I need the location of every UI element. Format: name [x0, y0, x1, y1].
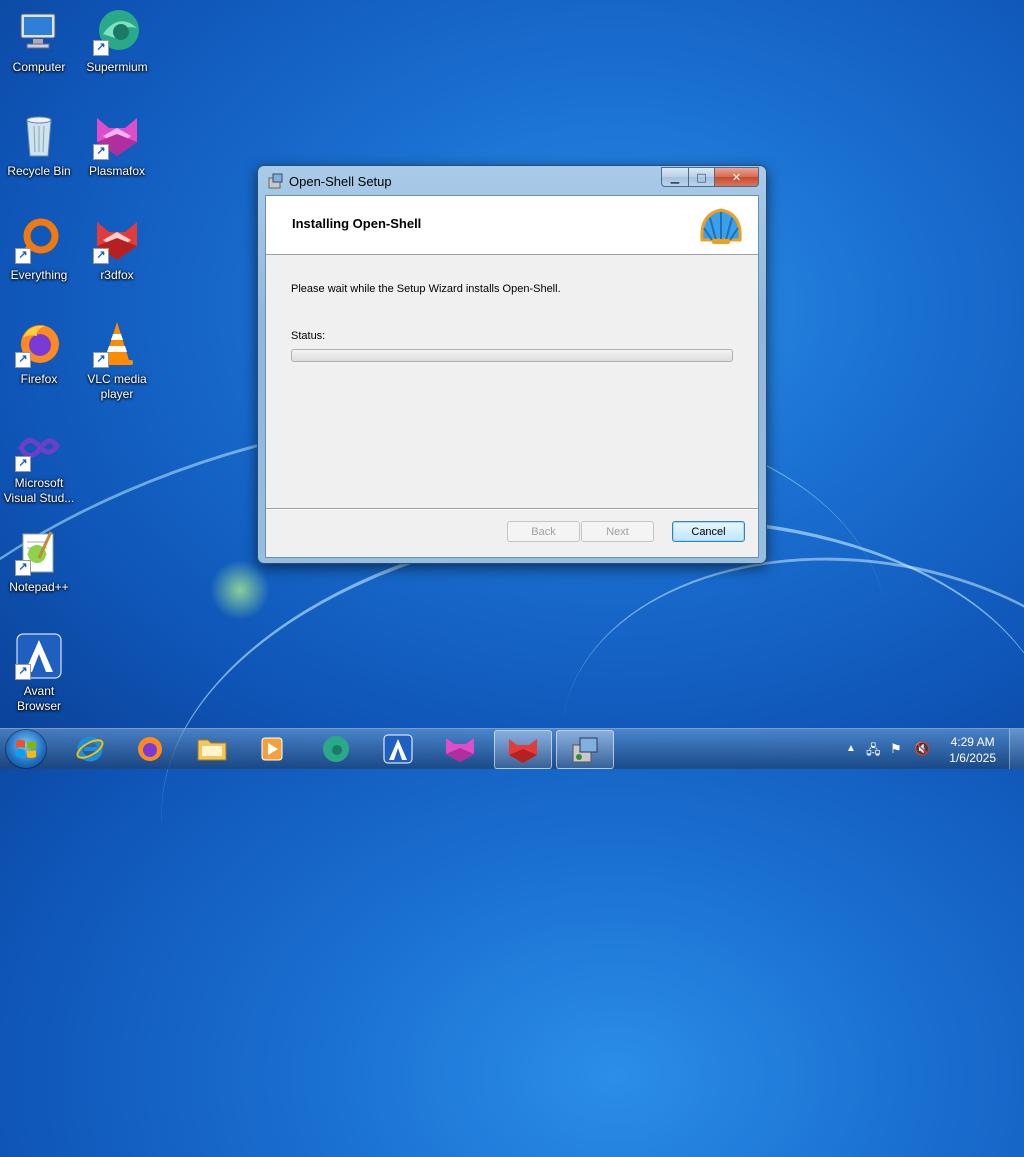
taskbar-plasmafox[interactable] — [432, 730, 488, 767]
status-label: Status: — [291, 330, 326, 342]
windows-logo-icon — [16, 740, 36, 758]
everything-icon: ↗ — [15, 216, 63, 264]
minimize-icon: ▁ — [670, 170, 680, 184]
taskbar-r3dfox[interactable] — [494, 730, 552, 769]
shortcut-arrow-icon: ↗ — [15, 248, 31, 264]
plasmafox-icon — [446, 737, 474, 762]
shortcut-arrow-icon: ↗ — [15, 456, 31, 472]
maximize-icon: □ — [696, 170, 707, 184]
r3dfox-icon — [509, 738, 537, 763]
clock-time: 4:29 AM — [950, 735, 995, 749]
taskbar-file-explorer[interactable] — [184, 730, 240, 767]
installer-icon — [572, 737, 598, 762]
window-client-area: Installing Open-Shell Please wait while … — [265, 195, 759, 558]
system-tray: ▲ 🖧 ⚑ 🔇 4:29 AM 1/6/2025 — [824, 729, 1024, 769]
avant-browser-icon: ↗ — [15, 632, 63, 680]
header-banner: Installing Open-Shell — [266, 196, 758, 255]
window-title-bar[interactable]: Open-Shell Setup — [268, 170, 392, 192]
firefox-icon — [138, 736, 162, 761]
taskbar-internet-explorer[interactable] — [62, 730, 118, 767]
network-icon[interactable]: 🖧 — [866, 741, 881, 763]
desktop-icon-label: Everything — [10, 268, 68, 282]
supermium-icon: ↗ — [93, 8, 141, 56]
desktop-icon-plasmafox[interactable]: ↗ Plasmafox — [79, 112, 155, 179]
desktop-icon-visual-studio[interactable]: ↗ Microsoft Visual Stud... — [1, 424, 77, 506]
desktop-icon-label: Recycle Bin — [7, 164, 71, 178]
desktop-icon-vlc[interactable]: ↗ VLC media player — [79, 320, 155, 402]
desktop-icon-computer[interactable]: Computer — [1, 8, 77, 75]
shortcut-arrow-icon: ↗ — [15, 560, 31, 576]
taskbar-avant-browser[interactable] — [370, 730, 426, 767]
avant-browser-icon — [383, 734, 413, 763]
desktop-icon-label: Supermium — [86, 60, 148, 74]
desktop-icon-label: Microsoft Visual Stud... — [3, 476, 75, 505]
open-shell-logo-icon — [700, 208, 742, 244]
desktop-icon-label: Firefox — [20, 372, 58, 386]
taskbar-firefox[interactable] — [122, 730, 178, 767]
desktop-icon-avant-browser[interactable]: ↗ Avant Browser — [1, 632, 77, 714]
desktop-icon-everything[interactable]: ↗ Everything — [1, 216, 77, 283]
media-player-icon — [261, 737, 283, 760]
shortcut-arrow-icon: ↗ — [93, 248, 109, 264]
desktop-icon-firefox[interactable]: ↗ Firefox — [1, 320, 77, 387]
notepad-plus-plus-icon: ↗ — [15, 528, 63, 576]
close-icon: ✕ — [731, 170, 742, 184]
desktop-icon-recycle-bin[interactable]: Recycle Bin — [1, 112, 77, 179]
taskbar-open-shell-setup[interactable] — [556, 730, 614, 769]
desktop-icon-r3dfox[interactable]: ↗ r3dfox — [79, 216, 155, 283]
minimize-button[interactable]: ▁ — [661, 167, 689, 187]
supermium-icon — [323, 735, 349, 762]
shortcut-arrow-icon: ↗ — [93, 352, 109, 368]
action-center-flag-icon[interactable]: ⚑ — [890, 741, 902, 757]
firefox-icon: ↗ — [15, 320, 63, 368]
taskbar-supermium[interactable] — [308, 730, 364, 767]
show-desktop-button[interactable] — [1009, 729, 1024, 769]
cancel-button[interactable]: Cancel — [672, 521, 745, 542]
folder-icon — [197, 739, 227, 760]
window-title: Open-Shell Setup — [289, 173, 392, 189]
window-controls: ▁ □ ✕ — [661, 167, 759, 187]
setup-window: Open-Shell Setup ▁ □ ✕ Installing Open-S… — [257, 165, 767, 564]
taskbar: ▲ 🖧 ⚑ 🔇 4:29 AM 1/6/2025 — [0, 728, 1024, 769]
shortcut-arrow-icon: ↗ — [93, 40, 109, 56]
install-message: Please wait while the Setup Wizard insta… — [291, 283, 561, 295]
r3dfox-icon: ↗ — [93, 216, 141, 264]
internet-explorer-icon — [76, 736, 104, 761]
desktop-icon-notepad-plus-plus[interactable]: ↗ Notepad++ — [1, 528, 77, 595]
plasmafox-icon: ↗ — [93, 112, 141, 160]
taskbar-media-player[interactable] — [244, 730, 300, 767]
installer-icon — [268, 173, 283, 189]
next-button[interactable]: Next — [581, 521, 654, 542]
desktop-icon-label: Notepad++ — [9, 580, 69, 594]
wallpaper-glow — [210, 560, 270, 620]
shortcut-arrow-icon: ↗ — [15, 664, 31, 680]
install-progress-bar — [291, 349, 733, 362]
desktop-icon-label: r3dfox — [100, 268, 134, 282]
recycle-bin-icon — [15, 112, 63, 160]
desktop-icon-label: Plasmafox — [88, 164, 146, 178]
desktop-icon-label: VLC media player — [87, 372, 147, 401]
start-button[interactable] — [6, 730, 46, 768]
button-separator — [266, 508, 758, 510]
back-button[interactable]: Back — [507, 521, 580, 542]
shortcut-arrow-icon: ↗ — [93, 144, 109, 160]
close-button[interactable]: ✕ — [715, 167, 759, 187]
desktop-icon-supermium[interactable]: ↗ Supermium — [79, 8, 155, 75]
page-title: Installing Open-Shell — [292, 216, 422, 231]
computer-icon — [15, 8, 63, 56]
clock[interactable]: 4:29 AM 1/6/2025 — [949, 734, 996, 766]
show-hidden-icons-arrow-icon[interactable]: ▲ — [846, 743, 856, 754]
maximize-button[interactable]: □ — [689, 167, 715, 187]
shortcut-arrow-icon: ↗ — [15, 352, 31, 368]
volume-muted-icon[interactable]: 🔇 — [914, 741, 930, 757]
vlc-cone-icon: ↗ — [93, 320, 141, 368]
visual-studio-icon: ↗ — [15, 424, 63, 472]
desktop-icon-label: Avant Browser — [16, 684, 61, 713]
clock-date: 1/6/2025 — [949, 751, 996, 765]
desktop-icon-label: Computer — [12, 60, 66, 74]
